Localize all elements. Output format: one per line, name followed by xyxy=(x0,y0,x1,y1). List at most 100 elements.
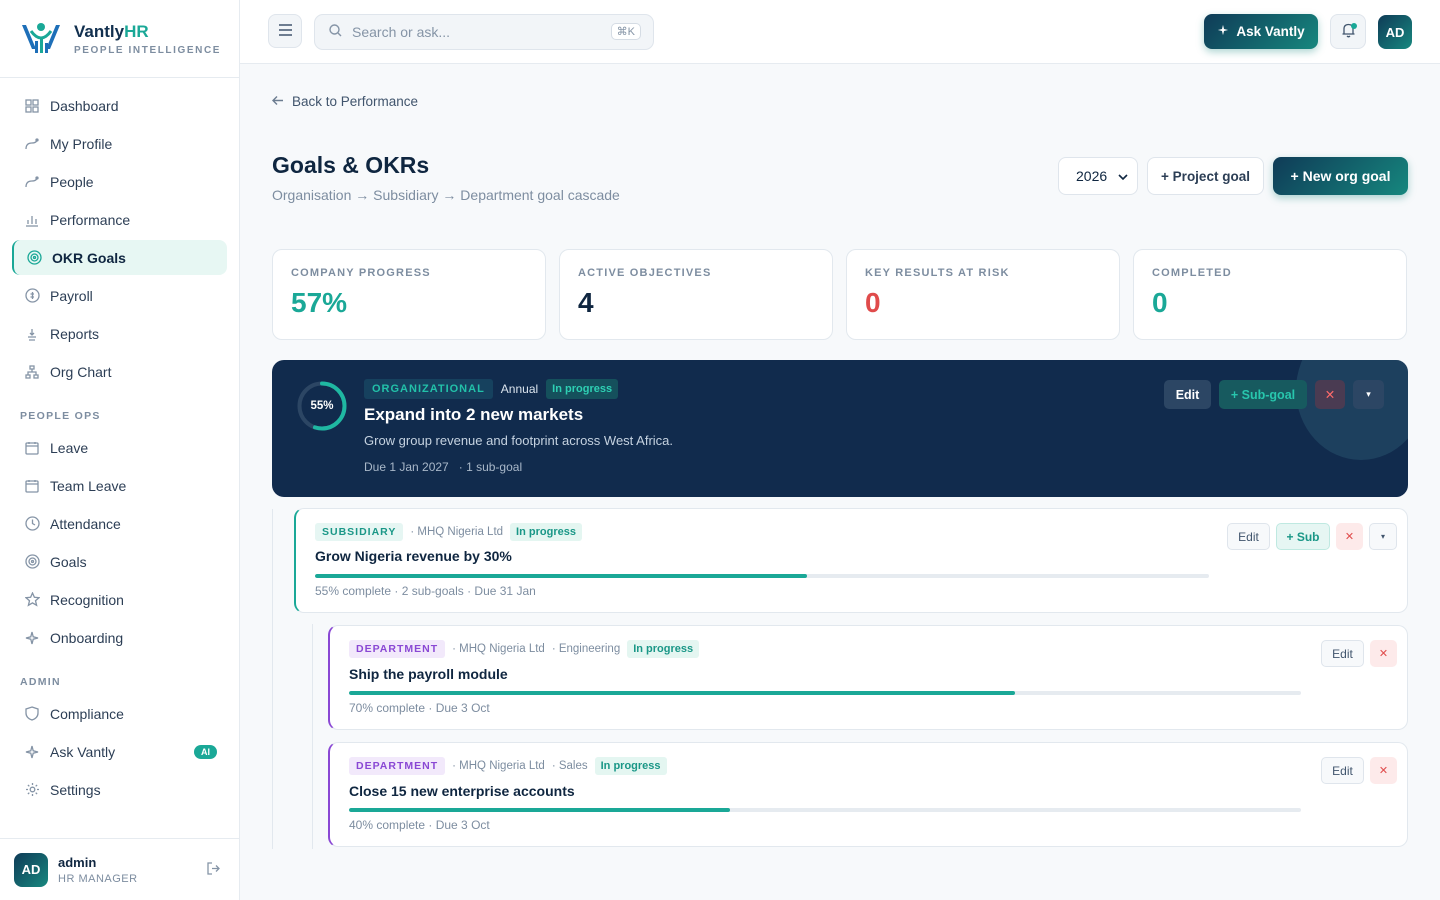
expand-button[interactable]: ▾ xyxy=(1353,380,1384,409)
sidebar-item-org-chart[interactable]: Org Chart xyxy=(12,354,227,389)
sidebar-item-okr-goals[interactable]: OKR Goals xyxy=(12,240,227,275)
add-sub-goal-button[interactable]: + Sub xyxy=(1276,523,1330,550)
delete-button[interactable]: ✕ xyxy=(1336,523,1363,550)
user-name: admin xyxy=(58,854,97,870)
sidebar-item-onboarding[interactable]: Onboarding xyxy=(12,620,227,655)
goal-actions: Edit ✕ xyxy=(1321,640,1397,667)
avatar[interactable]: AD xyxy=(1378,15,1412,49)
edit-button[interactable]: Edit xyxy=(1321,640,1364,667)
delete-button[interactable]: ✕ xyxy=(1315,380,1345,409)
status-badge: In progress xyxy=(594,757,667,775)
sidebar-item-label: My Profile xyxy=(50,135,113,152)
sidebar-item-leave[interactable]: Leave xyxy=(12,430,227,465)
brand-name: VantlyHR xyxy=(74,21,149,41)
department-goal-card[interactable]: DEPARTMENT · MHQ Nigeria Ltd · Engineeri… xyxy=(328,625,1408,730)
sidebar-item-payroll[interactable]: Payroll xyxy=(12,278,227,313)
subsidiary-goal-card[interactable]: SUBSIDIARY · MHQ Nigeria Ltd In progress… xyxy=(294,508,1408,613)
progress-bar-fill xyxy=(349,808,730,812)
goal-tags: DEPARTMENT · MHQ Nigeria Ltd · Engineeri… xyxy=(349,640,700,658)
goal-title: Expand into 2 new markets xyxy=(364,405,584,424)
avatar[interactable]: AD xyxy=(14,852,48,887)
status-badge: In progress xyxy=(546,379,619,399)
progress-bar xyxy=(349,808,1301,812)
goal-actions: Edit ✕ xyxy=(1321,757,1397,784)
sidebar-item-label: Team Leave xyxy=(50,477,127,494)
search-shortcut: ⌘K xyxy=(610,23,641,40)
stat-card: ACTIVE OBJECTIVES 4 xyxy=(559,249,833,340)
goal-tags: DEPARTMENT · MHQ Nigeria Ltd · Sales In … xyxy=(349,757,667,775)
sidebar-item-ask-vantly[interactable]: Ask Vantly AI xyxy=(12,734,227,769)
stat-value: 4 xyxy=(578,287,594,318)
sidebar-item-label: OKR Goals xyxy=(52,249,126,266)
cascade-connector xyxy=(312,624,313,849)
expand-button[interactable]: ▾ xyxy=(1369,523,1397,550)
logout-icon[interactable] xyxy=(206,861,221,879)
entity-label: · MHQ Nigeria Ltd xyxy=(452,760,545,772)
department-label: · Engineering xyxy=(551,643,621,655)
progress-ring-label: 55% xyxy=(310,400,334,412)
status-badge: In progress xyxy=(627,640,700,658)
period-label: Annual xyxy=(500,382,539,396)
arrow-left-icon xyxy=(272,94,284,109)
edit-button[interactable]: Edit xyxy=(1227,523,1270,550)
org-chart-icon xyxy=(24,364,40,380)
search-input[interactable]: Search or ask... ⌘K xyxy=(314,14,654,50)
progress-bar-fill xyxy=(315,574,807,578)
status-badge: In progress xyxy=(510,523,582,541)
goal-meta: 40% complete · Due 3 Oct xyxy=(349,818,490,832)
sidebar-item-goals[interactable]: Goals xyxy=(12,544,227,579)
sidebar-item-label: Leave xyxy=(50,439,89,456)
delete-button[interactable]: ✕ xyxy=(1370,640,1397,667)
people-icon xyxy=(24,174,40,190)
brand[interactable]: VantlyHR PEOPLE INTELLIGENCE xyxy=(0,0,239,78)
sidebar-item-recognition[interactable]: Recognition xyxy=(12,582,227,617)
target-icon xyxy=(26,250,42,266)
stat-label: COMPLETED xyxy=(1152,267,1232,279)
add-sub-goal-button[interactable]: + Sub-goal xyxy=(1219,380,1307,409)
sidebar-item-my-profile[interactable]: My Profile xyxy=(12,126,227,161)
edit-button[interactable]: Edit xyxy=(1321,757,1364,784)
goal-due: Due 1 Jan 2027 · 1 sub-goal xyxy=(364,460,523,474)
menu-button[interactable] xyxy=(268,14,302,48)
sidebar-item-label: Reports xyxy=(50,325,100,342)
sidebar-item-people[interactable]: People xyxy=(12,164,227,199)
sidebar-item-label: People xyxy=(50,173,94,190)
sparkle-icon xyxy=(1217,24,1229,39)
sidebar-item-reports[interactable]: Reports xyxy=(12,316,227,351)
project-goal-button[interactable]: + Project goal xyxy=(1147,157,1264,195)
level-tag: ORGANIZATIONAL xyxy=(364,379,493,399)
year-select[interactable]: 2026 xyxy=(1058,157,1138,195)
sidebar-item-settings[interactable]: Settings xyxy=(12,772,227,807)
sidebar-item-label: Goals xyxy=(50,553,87,570)
back-link[interactable]: Back to Performance xyxy=(272,94,418,109)
search-icon xyxy=(329,24,342,40)
sidebar-item-attendance[interactable]: Attendance xyxy=(12,506,227,541)
sidebar-item-dashboard[interactable]: Dashboard xyxy=(12,88,227,123)
progress-bar-fill xyxy=(349,691,1016,695)
topbar: Search or ask... ⌘K Ask Vantly AD xyxy=(240,0,1440,64)
department-goal-card[interactable]: DEPARTMENT · MHQ Nigeria Ltd · Sales In … xyxy=(328,742,1408,847)
stat-card: COMPANY PROGRESS 57% xyxy=(272,249,546,340)
sidebar-item-team-leave[interactable]: Team Leave xyxy=(12,468,227,503)
gear-icon xyxy=(24,782,40,798)
target-icon xyxy=(24,554,40,570)
delete-button[interactable]: ✕ xyxy=(1370,757,1397,784)
level-tag: SUBSIDIARY xyxy=(315,523,404,541)
org-goal-card[interactable]: 55% ORGANIZATIONAL Annual In progress Ex… xyxy=(272,360,1408,497)
new-org-goal-button[interactable]: + New org goal xyxy=(1273,157,1408,195)
sidebar-item-label: Recognition xyxy=(50,591,124,608)
sidebar-item-label: Payroll xyxy=(50,287,93,304)
star-icon xyxy=(24,592,40,608)
notifications-button[interactable] xyxy=(1330,14,1366,49)
edit-button[interactable]: Edit xyxy=(1164,380,1211,409)
goal-meta: 55% complete · 2 sub-goals · Due 31 Jan xyxy=(315,584,536,598)
sidebar-item-performance[interactable]: Performance xyxy=(12,202,227,237)
vantly-logo-icon xyxy=(22,22,60,53)
goal-meta: 70% complete · Due 3 Oct xyxy=(349,701,490,715)
calendar-icon xyxy=(24,478,40,494)
goal-description: Grow group revenue and footprint across … xyxy=(364,433,674,448)
nav-section-people-ops: PEOPLE OPS xyxy=(20,410,101,422)
sidebar-item-compliance[interactable]: Compliance xyxy=(12,696,227,731)
sidebar-item-label: Onboarding xyxy=(50,629,124,646)
ask-vantly-button[interactable]: Ask Vantly xyxy=(1204,14,1318,49)
